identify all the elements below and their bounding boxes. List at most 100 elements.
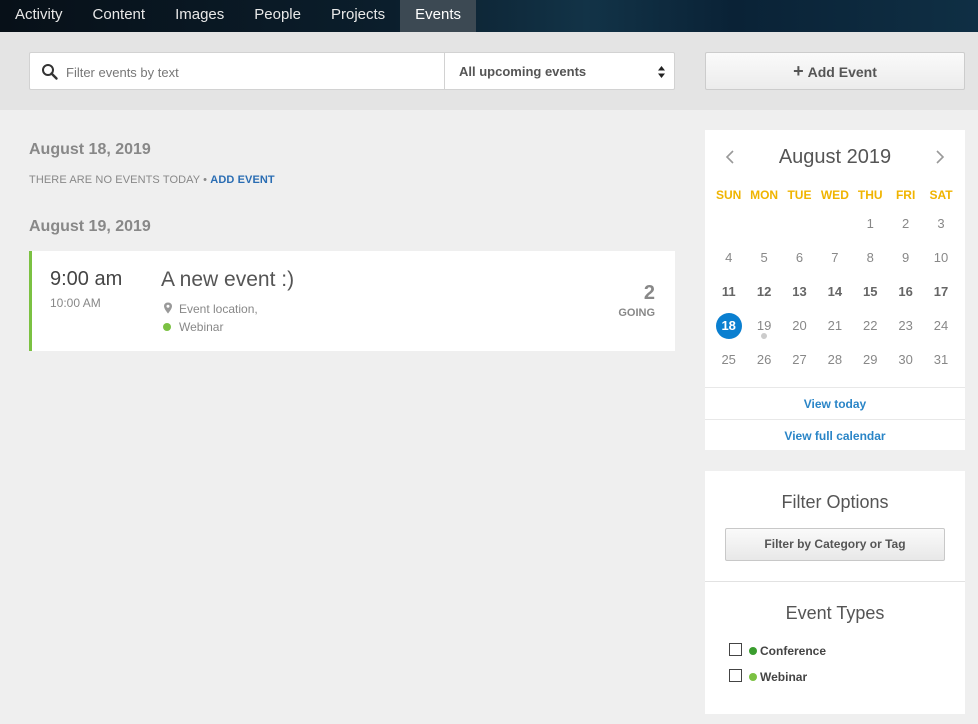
calendar-day[interactable]: 6 xyxy=(782,241,817,275)
event-type-label: Webinar xyxy=(760,670,808,684)
calendar-day[interactable]: 31 xyxy=(923,343,958,377)
day-heading: August 19, 2019 xyxy=(29,218,151,235)
calendar-day[interactable]: 22 xyxy=(853,309,888,343)
calendar-weekday-row: SUN MON TUE WED THU FRI SAT xyxy=(711,183,959,207)
calendar-empty-cell xyxy=(782,207,817,241)
event-indicator-dot-icon xyxy=(761,333,768,339)
calendar-day[interactable]: 3 xyxy=(923,207,958,241)
calendar-day-number: 20 xyxy=(792,318,807,333)
calendar-day-number: 12 xyxy=(756,284,772,299)
weekday-label: THU xyxy=(857,188,883,202)
calendar-day[interactable]: 23 xyxy=(888,309,923,343)
calendar-day[interactable]: 11 xyxy=(711,275,746,309)
tab-people[interactable]: People xyxy=(239,0,316,32)
calendar-day-number: 6 xyxy=(795,250,804,265)
calendar-day[interactable]: 7 xyxy=(817,241,852,275)
view-today-link[interactable]: View today xyxy=(705,397,965,411)
calendar-day-number: 15 xyxy=(863,284,878,299)
calendar-day[interactable]: 12 xyxy=(746,275,781,309)
calendar-day-number: 9 xyxy=(902,250,910,265)
conference-checkbox[interactable] xyxy=(729,643,742,656)
calendar-day[interactable]: 25 xyxy=(711,343,746,377)
conference-dot-icon xyxy=(749,647,757,655)
map-pin-icon xyxy=(164,302,172,314)
calendar-day[interactable]: 8 xyxy=(853,241,888,275)
calendar-day[interactable]: 20 xyxy=(782,309,817,343)
calendar-day[interactable]: 9 xyxy=(888,241,923,275)
top-nav: Activity Content Images People Projects … xyxy=(0,0,978,32)
weekday-label: MON xyxy=(750,188,779,202)
calendar-day-number: 16 xyxy=(898,284,913,299)
calendar-day-number: 29 xyxy=(863,352,878,367)
calendar-day[interactable]: 28 xyxy=(817,343,852,377)
event-location-text: Event location, xyxy=(179,302,258,316)
going-label: GOING xyxy=(618,307,655,319)
calendar-day[interactable]: 17 xyxy=(923,275,958,309)
calendar-day[interactable]: 16 xyxy=(888,275,923,309)
event-start-time: 9:00 am xyxy=(50,268,123,290)
range-select-value: All upcoming events xyxy=(459,64,587,79)
calendar-day[interactable]: 30 xyxy=(888,343,923,377)
plus-icon: + xyxy=(793,61,804,81)
calendar-week-row: 25 26 27 28 29 30 31 xyxy=(711,343,959,377)
day-heading: August 18, 2019 xyxy=(29,141,151,158)
tab-events[interactable]: Events xyxy=(400,0,477,32)
select-arrows-icon xyxy=(658,66,665,78)
chevron-right-icon[interactable] xyxy=(933,149,947,165)
calendar-day[interactable]: 29 xyxy=(853,343,888,377)
weekday-label: SAT xyxy=(929,188,953,202)
calendar-day-number: 11 xyxy=(721,284,736,299)
calendar-day-number: 17 xyxy=(933,284,949,299)
event-title[interactable]: A new event :) xyxy=(161,268,294,292)
no-events-text: THERE ARE NO EVENTS TODAY • xyxy=(29,174,208,186)
weekday-label: TUE xyxy=(787,188,812,202)
tab-activity[interactable]: Activity xyxy=(0,0,78,32)
calendar-day[interactable]: 24 xyxy=(923,309,958,343)
search-box[interactable] xyxy=(29,52,445,90)
calendar-day-number: 30 xyxy=(898,352,913,367)
webinar-checkbox[interactable] xyxy=(729,669,742,682)
calendar-day-number: 2 xyxy=(902,216,910,231)
calendar-day[interactable]: 15 xyxy=(853,275,888,309)
event-type-dot-icon xyxy=(163,323,171,331)
event-card[interactable]: 9:00 am 10:00 AM A new event :) Event lo… xyxy=(29,251,675,351)
tab-content[interactable]: Content xyxy=(78,0,161,32)
calendar-day-number: 14 xyxy=(827,284,843,299)
add-event-button[interactable]: + Add Event xyxy=(705,52,965,90)
calendar-day[interactable]: 10 xyxy=(923,241,958,275)
calendar-day[interactable]: 21 xyxy=(817,309,852,343)
weekday-label: SUN xyxy=(716,188,742,202)
calendar-day[interactable]: 14 xyxy=(817,275,852,309)
calendar-day[interactable]: 26 xyxy=(746,343,781,377)
calendar-day[interactable]: 5 xyxy=(746,241,781,275)
calendar-day[interactable]: 27 xyxy=(782,343,817,377)
calendar-day[interactable]: 13 xyxy=(782,275,817,309)
view-full-calendar-link[interactable]: View full calendar xyxy=(705,429,965,443)
weekday-label: WED xyxy=(820,188,849,202)
calendar-day[interactable]: 2 xyxy=(888,207,923,241)
calendar-day-number: 13 xyxy=(792,284,807,299)
calendar-day[interactable]: 4 xyxy=(711,241,746,275)
calendar-day-number: 22 xyxy=(863,318,878,333)
tab-projects[interactable]: Projects xyxy=(316,0,400,32)
event-type-option-webinar[interactable]: Webinar xyxy=(729,669,807,684)
event-type-label: Webinar xyxy=(179,320,224,334)
event-end-time: 10:00 AM xyxy=(50,296,101,310)
calendar-week-row: 1 2 3 xyxy=(711,207,959,241)
calendar-week-row: 4 5 6 7 8 9 10 xyxy=(711,241,959,275)
search-input[interactable] xyxy=(64,62,438,82)
calendar-week-row: 18 19 20 21 22 23 24 xyxy=(711,309,959,343)
filter-by-category-button[interactable]: Filter by Category or Tag xyxy=(725,528,945,561)
calendar-week-row: 11 12 13 14 15 16 17 xyxy=(711,275,959,309)
calendar-day-today[interactable]: 18 xyxy=(711,309,746,343)
add-event-label: Add Event xyxy=(807,64,877,80)
add-event-link[interactable]: ADD EVENT xyxy=(210,174,274,186)
tab-images[interactable]: Images xyxy=(160,0,239,32)
event-type-option-conference[interactable]: Conference xyxy=(729,643,826,658)
range-select[interactable]: All upcoming events xyxy=(444,52,675,90)
calendar-day-number: 7 xyxy=(831,250,839,265)
calendar-day[interactable]: 19 xyxy=(746,309,781,343)
calendar-month-title: August 2019 xyxy=(778,146,892,168)
calendar-day-number: 3 xyxy=(937,216,945,231)
calendar-day[interactable]: 1 xyxy=(853,207,888,241)
